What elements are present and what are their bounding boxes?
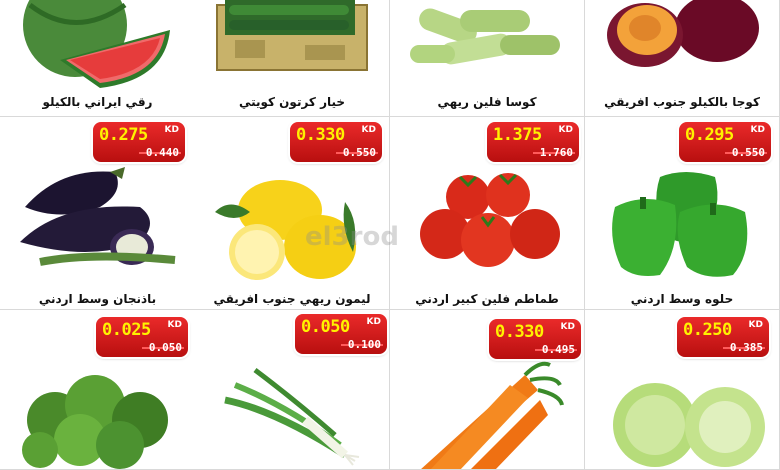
cabbage-image (585, 365, 779, 469)
price-badge: 0.330 KD 0.550 (290, 122, 382, 162)
old-price: 1.760 (539, 146, 573, 159)
cucumber-box-image (195, 0, 389, 90)
old-price: 0.550 (342, 146, 376, 159)
product-card-lettuce[interactable]: 0.025 KD 0.050 (0, 310, 195, 470)
price-badge: 0.295 KD 0.550 (679, 122, 771, 162)
watermark: el3rod (305, 222, 399, 252)
price-badge: 0.025 KD 0.050 (96, 317, 188, 357)
product-name: باذنجان وسط اردني (38, 292, 157, 306)
currency-label: KD (750, 125, 765, 135)
watermelon-image (0, 0, 195, 90)
product-card-pepper[interactable]: 0.295 KD 0.550 حلوه وسط اردني (585, 117, 780, 310)
product-name: كوجا بالكيلو جنوب افريقي (604, 95, 760, 109)
eggplant-image (0, 162, 195, 282)
carrot-image (390, 360, 584, 469)
product-card-cucumber[interactable]: خيار كرتون كويتي (195, 0, 390, 117)
zucchini-image (390, 0, 584, 85)
old-price: 0.100 (347, 338, 381, 351)
product-card-carrot[interactable]: 0.330 KD 0.495 (390, 310, 585, 470)
product-name: رقي ايراني بالكيلو (42, 95, 153, 109)
product-name: كوسا فلين ريهي (437, 95, 537, 109)
product-card-lemon[interactable]: 0.330 KD 0.550 ليمون ريهي جنوب افريقي (195, 117, 390, 310)
leek-image (195, 360, 389, 469)
currency-label: KD (366, 317, 381, 327)
product-name: طماطم فلين كبير اردني (415, 292, 559, 306)
currency-label: KD (167, 320, 182, 330)
currency-label: KD (748, 320, 763, 330)
price-badge: 0.250 KD 0.385 (677, 317, 769, 357)
currency-label: KD (164, 125, 179, 135)
current-price: 0.330 (495, 322, 544, 342)
price-badge: 1.375 KD 1.760 (487, 122, 579, 162)
product-card-watermelon[interactable]: رقي ايراني بالكيلو (0, 0, 195, 117)
product-card-cabbage[interactable]: 0.250 KD 0.385 (585, 310, 780, 470)
lettuce-image (0, 360, 195, 469)
pepper-image (585, 167, 779, 282)
old-price: 0.550 (731, 146, 765, 159)
old-price: 0.385 (729, 341, 763, 354)
product-name: حلوه وسط اردني (630, 292, 734, 306)
current-price: 0.050 (301, 317, 350, 337)
offers-grid: كوجا بالكيلو جنوب افريقي كوسا فلين ريهي (0, 0, 780, 470)
current-price: 0.330 (296, 125, 345, 145)
product-name: ليمون ريهي جنوب افريقي (213, 292, 371, 306)
product-card-leek[interactable]: 0.050 KD 0.100 (195, 310, 390, 470)
price-badge: 0.050 KD 0.100 (295, 314, 387, 354)
product-card-plum[interactable]: كوجا بالكيلو جنوب افريقي (585, 0, 780, 117)
tomato-image (390, 162, 584, 282)
product-card-eggplant[interactable]: 0.275 KD 0.440 باذنجان وسط اردني (0, 117, 195, 310)
current-price: 1.375 (493, 125, 542, 145)
product-card-zucchini[interactable]: كوسا فلين ريهي (390, 0, 585, 117)
old-price: 0.495 (541, 343, 575, 356)
product-name: خيار كرتون كويتي (238, 95, 346, 109)
price-badge: 0.330 KD 0.495 (489, 319, 581, 359)
price-badge: 0.275 KD 0.440 (93, 122, 185, 162)
currency-label: KD (558, 125, 573, 135)
currency-label: KD (361, 125, 376, 135)
currency-label: KD (560, 322, 575, 332)
current-price: 0.025 (102, 320, 151, 340)
plum-image (585, 0, 779, 85)
product-card-tomato[interactable]: 1.375 KD 1.760 طماطم فلين كبير اردني (390, 117, 585, 310)
current-price: 0.295 (685, 125, 734, 145)
old-price: 0.440 (145, 146, 179, 159)
old-price: 0.050 (148, 341, 182, 354)
current-price: 0.275 (99, 125, 148, 145)
current-price: 0.250 (683, 320, 732, 340)
